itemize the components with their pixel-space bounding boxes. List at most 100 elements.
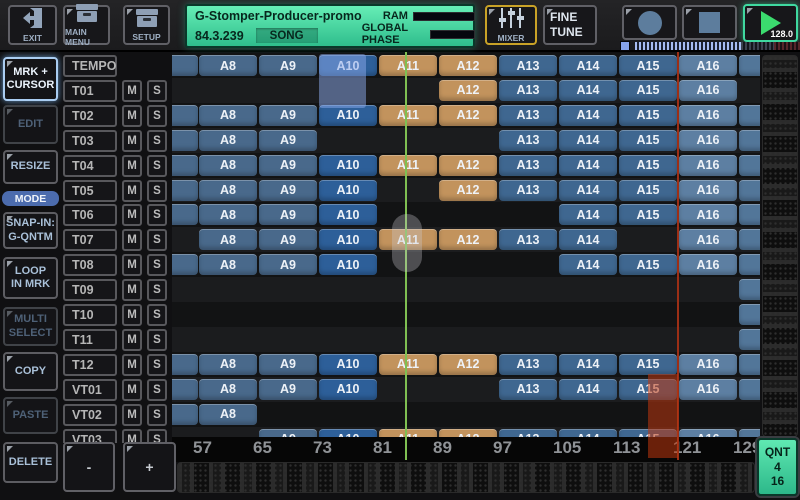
pattern-cell[interactable]: A16 xyxy=(679,229,737,250)
solo-button[interactable]: S xyxy=(147,105,167,127)
solo-button[interactable]: S xyxy=(147,329,167,351)
pattern-cell[interactable] xyxy=(739,204,760,225)
track-name-button[interactable]: VT01 xyxy=(63,379,117,401)
exit-button[interactable]: EXIT xyxy=(8,5,57,45)
track-name-button[interactable]: VT03 xyxy=(63,429,117,444)
pattern-cell[interactable]: A14 xyxy=(559,155,617,176)
pattern-cell[interactable]: A14 xyxy=(559,180,617,201)
solo-button[interactable]: S xyxy=(147,130,167,152)
pattern-cell[interactable]: A14 xyxy=(559,429,617,438)
pattern-cell[interactable]: A14 xyxy=(559,379,617,400)
solo-button[interactable]: S xyxy=(147,304,167,326)
pattern-cell[interactable]: A12 xyxy=(439,229,497,250)
solo-button[interactable]: S xyxy=(147,80,167,102)
solo-button[interactable]: S xyxy=(147,379,167,401)
track-lane[interactable] xyxy=(172,327,760,352)
pattern-cell[interactable]: A10 xyxy=(319,180,377,201)
track-name-button[interactable]: T03 xyxy=(63,130,117,152)
solo-button[interactable]: S xyxy=(147,254,167,276)
pattern-cell[interactable]: A12 xyxy=(439,80,497,101)
pattern-cell[interactable] xyxy=(739,329,760,350)
pattern-cell[interactable]: A15 xyxy=(619,55,677,76)
pattern-cell[interactable]: A9 xyxy=(259,155,317,176)
pattern-cell[interactable]: A15 xyxy=(619,254,677,275)
song-position-strip[interactable] xyxy=(620,41,800,51)
pattern-cell[interactable] xyxy=(172,354,198,375)
sidebar-item-delete[interactable]: DELETE xyxy=(3,442,58,483)
track-name-button[interactable]: T09 xyxy=(63,279,117,301)
pattern-cell[interactable] xyxy=(739,155,760,176)
mute-button[interactable]: M xyxy=(122,329,142,351)
pattern-cell[interactable]: A14 xyxy=(559,130,617,151)
track-name-button[interactable]: T05 xyxy=(63,180,117,202)
pattern-cell[interactable]: A16 xyxy=(679,80,737,101)
mute-button[interactable]: M xyxy=(122,180,142,202)
mute-button[interactable]: M xyxy=(122,404,142,426)
pattern-cell[interactable] xyxy=(739,254,760,275)
pattern-cell[interactable]: A8 xyxy=(199,180,257,201)
pattern-cell[interactable]: A10 xyxy=(319,55,377,76)
pattern-cell[interactable]: A9 xyxy=(259,130,317,151)
track-name-button[interactable]: VT02 xyxy=(63,404,117,426)
pattern-cell[interactable]: A14 xyxy=(559,229,617,250)
pattern-cell[interactable]: A15 xyxy=(619,180,677,201)
pattern-cell[interactable]: A12 xyxy=(439,55,497,76)
track-name-button[interactable]: T04 xyxy=(63,155,117,177)
pattern-cell[interactable]: A8 xyxy=(199,254,257,275)
pattern-cell[interactable]: A10 xyxy=(319,379,377,400)
pattern-cell[interactable] xyxy=(172,105,198,126)
pattern-cell[interactable]: A13 xyxy=(499,80,557,101)
play-button[interactable]: 128.0 xyxy=(743,4,798,42)
pattern-cell[interactable]: A8 xyxy=(199,55,257,76)
horizontal-scrollbar[interactable] xyxy=(177,462,755,493)
main-menu-button[interactable]: MAIN MENU xyxy=(63,5,110,45)
pattern-cell[interactable]: A11 xyxy=(379,55,437,76)
track-name-button[interactable]: T11 xyxy=(63,329,117,351)
pattern-cell[interactable]: A15 xyxy=(619,204,677,225)
pattern-cell[interactable]: A14 xyxy=(559,204,617,225)
pattern-cell[interactable]: A9 xyxy=(259,429,317,438)
pattern-cell[interactable]: A16 xyxy=(679,155,737,176)
pattern-cell[interactable]: A10 xyxy=(319,254,377,275)
mute-button[interactable]: M xyxy=(122,80,142,102)
sidebar-item-resize[interactable]: RESIZE xyxy=(3,150,58,184)
pattern-cell[interactable]: A9 xyxy=(259,254,317,275)
pattern-cell[interactable]: A12 xyxy=(439,429,497,438)
pattern-cell[interactable]: A16 xyxy=(679,379,737,400)
pattern-cell[interactable]: A16 xyxy=(679,254,737,275)
pattern-cell[interactable]: A10 xyxy=(319,429,377,438)
pattern-cell[interactable]: A13 xyxy=(499,229,557,250)
pattern-cell[interactable]: A11 xyxy=(379,429,437,438)
track-name-button[interactable]: T02 xyxy=(63,105,117,127)
pattern-cell[interactable]: A10 xyxy=(319,229,377,250)
track-lane[interactable] xyxy=(172,277,760,302)
pattern-cell[interactable]: A8 xyxy=(199,229,257,250)
pattern-cell[interactable]: A14 xyxy=(559,354,617,375)
pattern-cell[interactable]: A15 xyxy=(619,354,677,375)
track-name-button[interactable]: T12 xyxy=(63,354,117,376)
pattern-cell[interactable]: A16 xyxy=(679,105,737,126)
sidebar-item-snap-in[interactable]: SNAP-IN: G-QNTM xyxy=(3,212,58,249)
solo-button[interactable]: S xyxy=(147,279,167,301)
sidebar-item-copy[interactable]: COPY xyxy=(3,352,58,391)
pattern-cell[interactable] xyxy=(739,279,760,300)
pattern-cell[interactable]: A8 xyxy=(199,204,257,225)
pattern-cell[interactable] xyxy=(739,180,760,201)
pattern-cell[interactable] xyxy=(739,229,760,250)
pattern-cell[interactable] xyxy=(172,130,198,151)
sidebar-item-edit[interactable]: EDIT xyxy=(3,105,58,144)
pattern-cell[interactable] xyxy=(739,105,760,126)
sidebar-item-paste[interactable]: PASTE xyxy=(3,397,58,434)
mixer-button[interactable]: MIXER xyxy=(485,5,537,45)
pattern-cell[interactable]: A9 xyxy=(259,229,317,250)
pattern-cell[interactable]: A12 xyxy=(439,180,497,201)
mute-button[interactable]: M xyxy=(122,229,142,251)
pattern-cell[interactable]: A9 xyxy=(259,354,317,375)
pattern-cell[interactable]: A12 xyxy=(439,105,497,126)
pattern-cell[interactable]: A12 xyxy=(439,155,497,176)
solo-button[interactable]: S xyxy=(147,155,167,177)
mute-button[interactable]: M xyxy=(122,379,142,401)
mute-button[interactable]: M xyxy=(122,130,142,152)
pattern-cell[interactable]: A11 xyxy=(379,354,437,375)
vertical-scrollbar[interactable] xyxy=(762,55,798,437)
